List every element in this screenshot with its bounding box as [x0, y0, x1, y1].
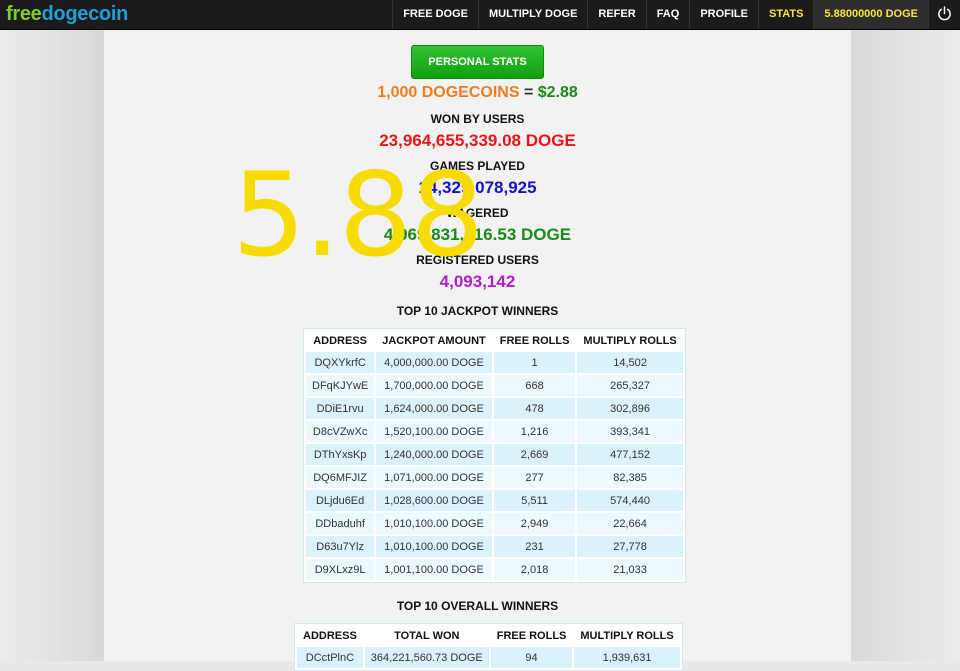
cell-amount: 4,000,000.00 DOGE [376, 352, 492, 373]
cell-address: DThYxsKp [306, 444, 375, 465]
cell-amount: 1,520,100.00 DOGE [376, 421, 492, 442]
column-header: ADDRESS [306, 331, 375, 350]
cell-multiply-rolls: 21,033 [577, 559, 683, 580]
cell-multiply-rolls: 477,152 [577, 444, 683, 465]
cell-multiply-rolls: 393,341 [577, 421, 683, 442]
nav-free-doge[interactable]: FREE DOGE [392, 0, 478, 29]
balance-display[interactable]: 5.88000000 DOGE [813, 0, 928, 29]
overall-winners-table: ADDRESS TOTAL WON FREE ROLLS MULTIPLY RO… [294, 623, 683, 671]
nav-stats[interactable]: STATS [757, 0, 813, 29]
personal-stats-button[interactable]: PERSONAL STATS [411, 45, 544, 79]
price-usd: $2.88 [537, 84, 578, 101]
table-row: DDbaduhf 1,010,100.00 DOGE 2,949 22,664 [306, 513, 683, 534]
cell-amount: 1,071,000.00 DOGE [376, 467, 492, 488]
column-header: ADDRESS [297, 626, 363, 645]
games-played-label: GAMES PLAYED [430, 159, 525, 173]
cell-address: D8cVZwXc [306, 421, 375, 442]
cell-multiply-rolls: 22,664 [577, 513, 683, 534]
cell-free-rolls: 2,018 [493, 559, 576, 580]
table-row: DQ6MFJIZ 1,071,000.00 DOGE 277 82,385 [306, 467, 683, 488]
cell-free-rolls: 2,669 [493, 444, 576, 465]
cell-amount: 1,624,000.00 DOGE [376, 398, 492, 419]
cell-free-rolls: 94 [490, 647, 573, 668]
won-by-users-label: WON BY USERS [430, 112, 525, 126]
cell-amount: 1,010,100.00 DOGE [376, 513, 492, 534]
site-logo[interactable]: freedogecoin [6, 3, 128, 26]
table-row: DQXYkrfC 4,000,000.00 DOGE 1 14,502 [306, 352, 683, 373]
cell-address: DCctPlnC [297, 647, 363, 668]
column-header: JACKPOT AMOUNT [376, 331, 492, 350]
wagered-value: 4,969,831,916.53 DOGE [383, 225, 572, 244]
cell-free-rolls: 5,511 [493, 490, 576, 511]
cell-total-won: 364,221,560.73 DOGE [364, 647, 489, 668]
cell-free-rolls: 2,949 [493, 513, 576, 534]
price-equals: = [519, 84, 538, 101]
overall-winners-title: TOP 10 OVERALL WINNERS [396, 599, 559, 613]
cell-free-rolls: 1 [493, 352, 576, 373]
cell-free-rolls: 277 [493, 467, 576, 488]
cell-multiply-rolls: 82,385 [577, 467, 683, 488]
table-header-row: ADDRESS JACKPOT AMOUNT FREE ROLLS MULTIP… [306, 331, 683, 350]
right-background [851, 30, 960, 661]
table-row: D63u7Ylz 1,010,100.00 DOGE 231 27,778 [306, 536, 683, 557]
nav-profile[interactable]: PROFILE [689, 0, 758, 29]
jackpot-winners-title: TOP 10 JACKPOT WINNERS [396, 304, 559, 318]
won-by-users-value: 23,964,655,339.08 DOGE [379, 131, 576, 150]
jackpot-winners-table: ADDRESS JACKPOT AMOUNT FREE ROLLS MULTIP… [303, 328, 686, 583]
registered-users-label: REGISTERED USERS [416, 253, 539, 267]
column-header: MULTIPLY ROLLS [577, 331, 683, 350]
cell-amount: 1,700,000.00 DOGE [376, 375, 492, 396]
cell-address: D63u7Ylz [306, 536, 375, 557]
left-background [0, 30, 104, 661]
nav-multiply-doge[interactable]: MULTIPLY DOGE [477, 0, 587, 29]
cell-multiply-rolls: 265,327 [577, 375, 683, 396]
table-row: DCctPlnC 364,221,560.73 DOGE 94 1,939,631 [297, 647, 680, 668]
cell-address: DLjdu6Ed [306, 490, 375, 511]
nav-menu: FREE DOGE MULTIPLY DOGE REFER FAQ PROFIL… [392, 0, 960, 29]
cell-multiply-rolls: 302,896 [577, 398, 683, 419]
nav-refer[interactable]: REFER [587, 0, 645, 29]
cell-address: DQXYkrfC [306, 352, 375, 373]
table-header-row: ADDRESS TOTAL WON FREE ROLLS MULTIPLY RO… [297, 626, 680, 645]
column-header: FREE ROLLS [490, 626, 573, 645]
cell-free-rolls: 478 [493, 398, 576, 419]
cell-free-rolls: 231 [493, 536, 576, 557]
logo-part-dogecoin: dogecoin [41, 3, 129, 25]
cell-amount: 1,010,100.00 DOGE [376, 536, 492, 557]
cell-free-rolls: 668 [493, 375, 576, 396]
registered-users-value: 4,093,142 [439, 272, 516, 291]
table-row: D8cVZwXc 1,520,100.00 DOGE 1,216 393,341 [306, 421, 683, 442]
table-row: DFqKJYwE 1,700,000.00 DOGE 668 265,327 [306, 375, 683, 396]
cell-address: DQ6MFJIZ [306, 467, 375, 488]
cell-multiply-rolls: 1,939,631 [574, 647, 680, 668]
table-row: DLjdu6Ed 1,028,600.00 DOGE 5,511 574,440 [306, 490, 683, 511]
cell-address: DDbaduhf [306, 513, 375, 534]
cell-free-rolls: 1,216 [493, 421, 576, 442]
column-header: FREE ROLLS [493, 331, 576, 350]
column-header: TOTAL WON [364, 626, 489, 645]
cell-amount: 1,001,100.00 DOGE [376, 559, 492, 580]
logout-button[interactable] [928, 0, 960, 29]
column-header: MULTIPLY ROLLS [574, 626, 680, 645]
cell-multiply-rolls: 27,778 [577, 536, 683, 557]
cell-address: DDiE1rvu [306, 398, 375, 419]
logo-part-free: free [6, 3, 42, 25]
table-row: D9XLxz9L 1,001,100.00 DOGE 2,018 21,033 [306, 559, 683, 580]
cell-address: D9XLxz9L [306, 559, 375, 580]
games-played-value: 14,329,078,925 [418, 178, 537, 197]
table-row: DThYxsKp 1,240,000.00 DOGE 2,669 477,152 [306, 444, 683, 465]
nav-faq[interactable]: FAQ [645, 0, 690, 29]
cell-address: DFqKJYwE [306, 375, 375, 396]
power-icon [938, 6, 951, 21]
cell-amount: 1,028,600.00 DOGE [376, 490, 492, 511]
stats-panel: PERSONAL STATS 1,000 DOGECOINS = $2.88 W… [104, 30, 851, 671]
cell-multiply-rolls: 574,440 [577, 490, 683, 511]
table-row: DDiE1rvu 1,624,000.00 DOGE 478 302,896 [306, 398, 683, 419]
doge-price: 1,000 DOGECOINS = $2.88 [104, 84, 851, 102]
wagered-label: WAGERED [446, 206, 509, 220]
top-navigation-bar: freedogecoin FREE DOGE MULTIPLY DOGE REF… [0, 0, 960, 30]
cell-amount: 1,240,000.00 DOGE [376, 444, 492, 465]
cell-multiply-rolls: 14,502 [577, 352, 683, 373]
price-coins: 1,000 DOGECOINS [377, 84, 520, 101]
